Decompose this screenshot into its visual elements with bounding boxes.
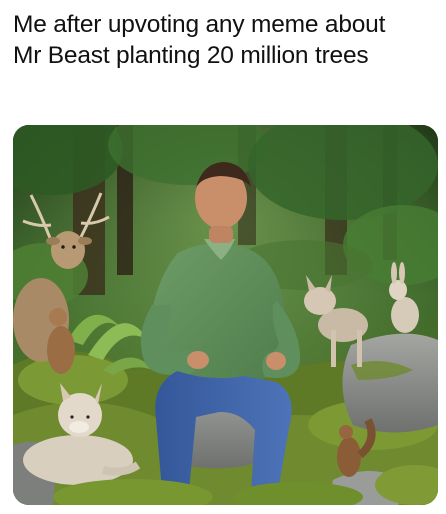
caption-line-2: Mr Beast planting 20 million trees <box>13 42 369 69</box>
cropped-watermark <box>104 508 126 514</box>
meme-caption: Me after upvoting any meme about Mr Beas… <box>13 9 433 71</box>
forest-scene-illustration <box>13 125 438 505</box>
caption-line-1: Me after upvoting any meme about <box>13 11 386 38</box>
meme-photo <box>13 125 438 505</box>
